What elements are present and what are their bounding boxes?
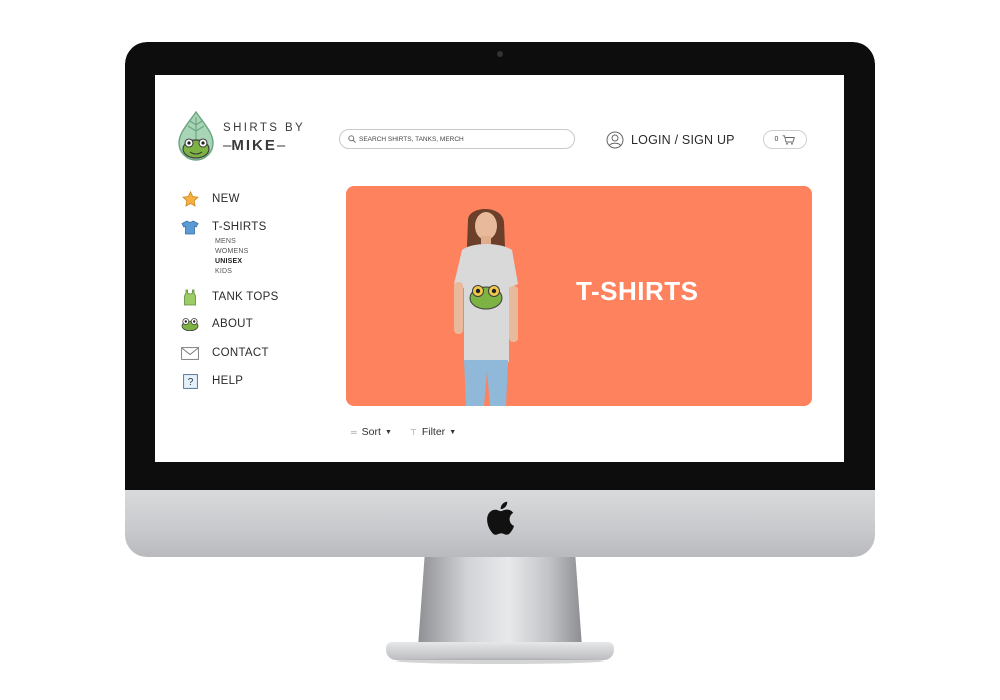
model-wearing-frog-tshirt-image [454,209,518,406]
camera-icon [497,51,503,57]
envelope-icon [181,344,199,362]
frog-icon [181,315,199,333]
nav-item-tshirts[interactable]: T-SHIRTS [181,218,267,236]
stand-shadow [396,658,604,664]
sort-dropdown[interactable]: ═ Sort ▼ [351,426,392,438]
nav-item-new[interactable]: NEW [181,190,240,208]
sort-filter-toolbar: ═ Sort ▼ ⊤ Filter ▼ [351,426,474,438]
nav-label-help: HELP [212,375,244,387]
website-screen: SHIRTS BY –MIKE– LOGIN / SIGN UP 0 [155,75,844,462]
search-bar[interactable] [339,129,575,149]
filter-funnel-icon: ⊤ [409,427,417,437]
tshirt-icon [181,218,199,236]
hero-banner[interactable]: T-SHIRTS [346,186,812,406]
apple-logo-icon [487,501,515,535]
monitor-chin [125,490,875,557]
chevron-down-icon: ▼ [384,428,392,436]
nav-label-new: NEW [212,193,240,205]
nav-label-about: ABOUT [212,318,254,330]
login-signup-button[interactable]: LOGIN / SIGN UP [606,130,735,150]
user-icon [606,131,624,149]
nav-item-help[interactable]: ? HELP [181,372,243,390]
stand-neck [418,557,582,647]
subnav-kids[interactable]: KIDS [215,268,232,275]
search-input[interactable] [359,132,569,146]
sort-lines-icon: ═ [351,427,357,437]
subnav-mens[interactable]: MENS [215,238,236,245]
frog-leaf-logo-icon [178,111,214,161]
brand-logo[interactable]: SHIRTS BY –MIKE– [177,111,317,163]
nav-item-about[interactable]: ABOUT [181,315,253,333]
svg-text:?: ? [187,377,193,388]
nav-label-tank-tops: TANK TOPS [212,291,279,303]
filter-dropdown[interactable]: ⊤ Filter ▼ [410,426,456,438]
brand-line2-wrap: –MIKE– [223,137,286,154]
brand-line2: MIKE [231,137,277,154]
chevron-down-icon: ▼ [449,428,457,436]
nav-label-contact: CONTACT [212,347,269,359]
cart-icon [782,134,796,145]
question-box-icon: ? [181,372,199,390]
brand-line1: SHIRTS BY [223,122,306,134]
subnav-womens[interactable]: WOMENS [215,248,248,255]
sort-label: Sort [361,426,381,438]
cart-count: 0 [774,136,779,143]
nav-item-tank-tops[interactable]: TANK TOPS [181,288,279,306]
tank-top-icon [181,288,199,306]
login-label: LOGIN / SIGN UP [631,133,735,147]
nav-label-tshirts: T-SHIRTS [212,221,267,233]
banner-title: T-SHIRTS [576,276,699,306]
nav-item-contact[interactable]: CONTACT [181,344,269,362]
cart-button[interactable]: 0 [763,130,807,149]
filter-label: Filter [421,426,446,438]
search-icon [348,135,356,143]
subnav-unisex[interactable]: UNISEX [215,258,242,265]
star-icon [181,190,199,208]
